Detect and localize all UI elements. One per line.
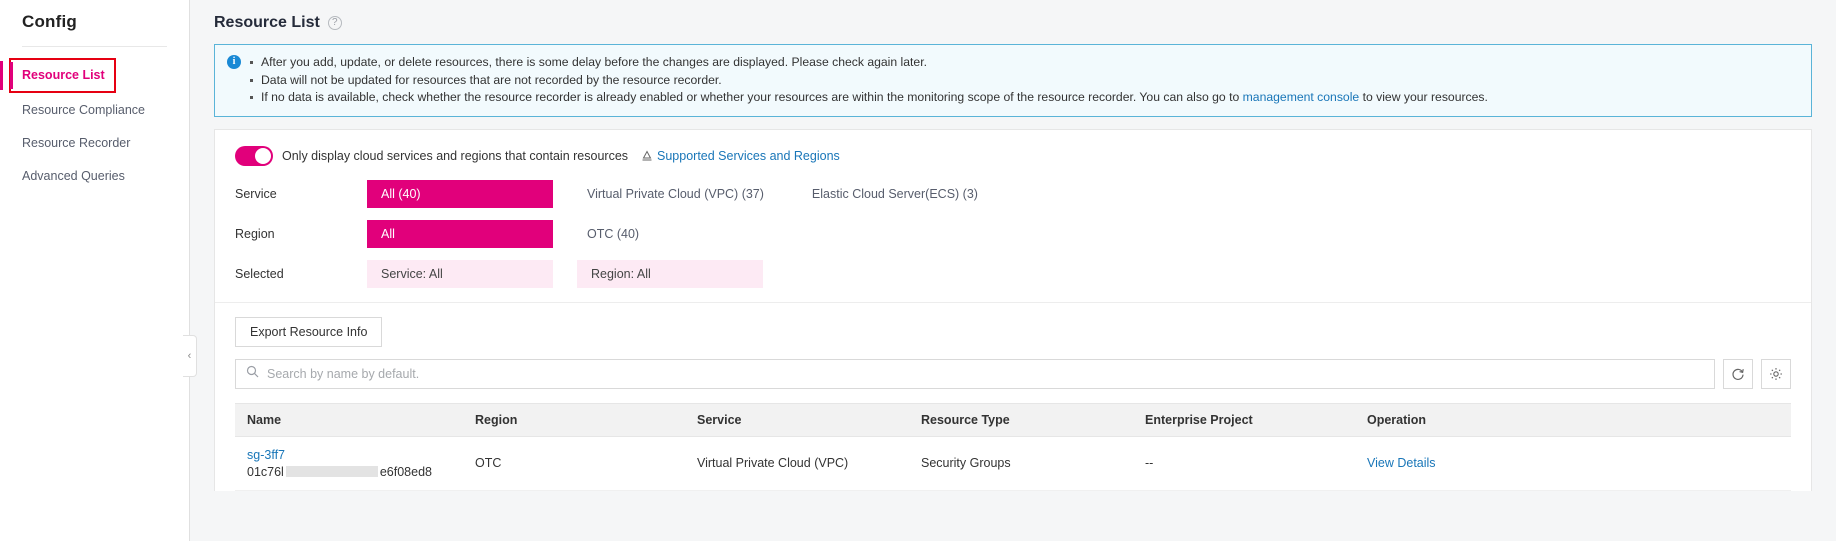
column-header-service[interactable]: Service: [685, 404, 909, 436]
sidebar-item-label: Resource List: [22, 68, 105, 82]
search-icon: [246, 365, 259, 383]
notice-bullet-3-tail: to view your resources.: [1362, 90, 1488, 104]
resource-name-link[interactable]: sg-3ff7: [247, 448, 451, 462]
sidebar-item-label: Advanced Queries: [22, 169, 125, 183]
export-resource-info-button[interactable]: Export Resource Info: [235, 316, 383, 347]
column-header-resource-type[interactable]: Resource Type: [909, 404, 1133, 436]
table-row: sg-3ff7 01c76l e6f08ed8 OTC Virtual Priv…: [235, 437, 1791, 491]
page-header: Resource List ?: [190, 0, 1836, 44]
cell-name: sg-3ff7 01c76l e6f08ed8: [235, 437, 463, 490]
cell-region: OTC: [475, 456, 502, 470]
cell-resource-type: Security Groups: [921, 456, 1011, 470]
sidebar-item-resource-compliance[interactable]: Resource Compliance: [0, 94, 189, 127]
region-option-otc[interactable]: OTC (40): [573, 221, 653, 247]
only-with-resources-row: Only display cloud services and regions …: [235, 145, 1791, 166]
search-row: [215, 347, 1811, 389]
view-details-link[interactable]: View Details: [1367, 456, 1436, 470]
cell-enterprise-project: --: [1145, 456, 1154, 470]
region-filter-label: Region: [235, 226, 275, 241]
supported-link-label: Supported Services and Regions: [657, 148, 840, 163]
sidebar-item-advanced-queries[interactable]: Advanced Queries: [0, 160, 189, 193]
service-option-vpc[interactable]: Virtual Private Cloud (VPC) (37): [573, 181, 778, 207]
resource-table: Name Region Service Resource Type Enterp…: [235, 402, 1791, 491]
cell-service: Virtual Private Cloud (VPC): [697, 456, 849, 470]
service-filter-label: Service: [235, 186, 277, 201]
notice-bullet-list: After you add, update, or delete resourc…: [250, 54, 1488, 107]
service-option-all[interactable]: All (40): [367, 179, 553, 208]
sidebar-title: Config: [22, 12, 78, 31]
service-filter-row: Service All (40) Virtual Private Cloud (…: [235, 179, 1791, 208]
resource-id-mask: [285, 466, 378, 477]
sidebar-item-resource-list-wrap: Resource List: [0, 57, 189, 94]
only-with-resources-toggle[interactable]: [235, 145, 273, 166]
search-input[interactable]: [267, 366, 1704, 381]
filter-zone: Only display cloud services and regions …: [215, 130, 1811, 303]
region-option-all[interactable]: All: [367, 219, 553, 248]
selected-filters-label: Selected: [235, 266, 284, 281]
page-title: Resource List: [214, 14, 320, 31]
toggle-knob: [255, 147, 271, 164]
main-content: Resource List ? i After you add, update,…: [190, 0, 1836, 541]
region-filter-row: Region All OTC (40): [235, 219, 1791, 248]
help-icon[interactable]: ?: [327, 16, 342, 30]
resource-list-page: Config Resource List Resource Compliance…: [0, 0, 1836, 541]
resource-id: 01c76l e6f08ed8: [247, 465, 451, 479]
service-option-ecs[interactable]: Elastic Cloud Server(ECS) (3): [798, 181, 992, 207]
notice-bullet-1: After you add, update, or delete resourc…: [250, 54, 1488, 72]
notice-bullet-2: Data will not be updated for resources t…: [250, 72, 1488, 90]
resource-card: Only display cloud services and regions …: [214, 128, 1812, 491]
table-toolbar: Export Resource Info: [215, 303, 1811, 347]
sidebar-collapse-icon[interactable]: ‹: [183, 335, 197, 377]
column-header-operation[interactable]: Operation: [1355, 404, 1791, 436]
sidebar: Config Resource List Resource Compliance…: [0, 0, 190, 541]
sidebar-item-resource-recorder[interactable]: Resource Recorder: [0, 127, 189, 160]
selected-tag-service[interactable]: Service: All: [367, 259, 553, 288]
resource-id-prefix: 01c76l: [247, 464, 284, 479]
selected-tag-region[interactable]: Region: All: [577, 259, 763, 288]
sidebar-nav: Resource List Resource Compliance Resour…: [0, 47, 189, 193]
selected-filters-row: Selected Service: All Region: All: [235, 259, 1791, 288]
management-console-link[interactable]: management console: [1243, 90, 1360, 104]
column-header-region[interactable]: Region: [463, 404, 685, 436]
sidebar-item-label: Resource Compliance: [22, 103, 145, 117]
table-header-row: Name Region Service Resource Type Enterp…: [235, 402, 1791, 437]
info-icon: i: [227, 55, 241, 69]
info-notice-banner: i After you add, update, or delete resou…: [214, 44, 1812, 117]
refresh-icon[interactable]: [1723, 358, 1753, 389]
notice-bullet-3: If no data is available, check whether t…: [250, 89, 1488, 107]
map-marker-icon: [641, 149, 653, 162]
search-box[interactable]: [235, 358, 1715, 389]
column-header-name[interactable]: Name: [235, 404, 463, 436]
gear-icon[interactable]: [1761, 358, 1791, 389]
toggle-label: Only display cloud services and regions …: [282, 148, 629, 163]
cell-operation: View Details: [1355, 445, 1791, 481]
supported-services-and-regions-link[interactable]: Supported Services and Regions: [641, 149, 840, 163]
notice-bullet-3-text: If no data is available, check whether t…: [261, 90, 1240, 104]
sidebar-item-resource-list[interactable]: Resource List: [9, 58, 116, 93]
column-header-enterprise-project[interactable]: Enterprise Project: [1133, 404, 1355, 436]
resource-id-suffix: e6f08ed8: [379, 464, 432, 479]
sidebar-item-label: Resource Recorder: [22, 136, 131, 150]
